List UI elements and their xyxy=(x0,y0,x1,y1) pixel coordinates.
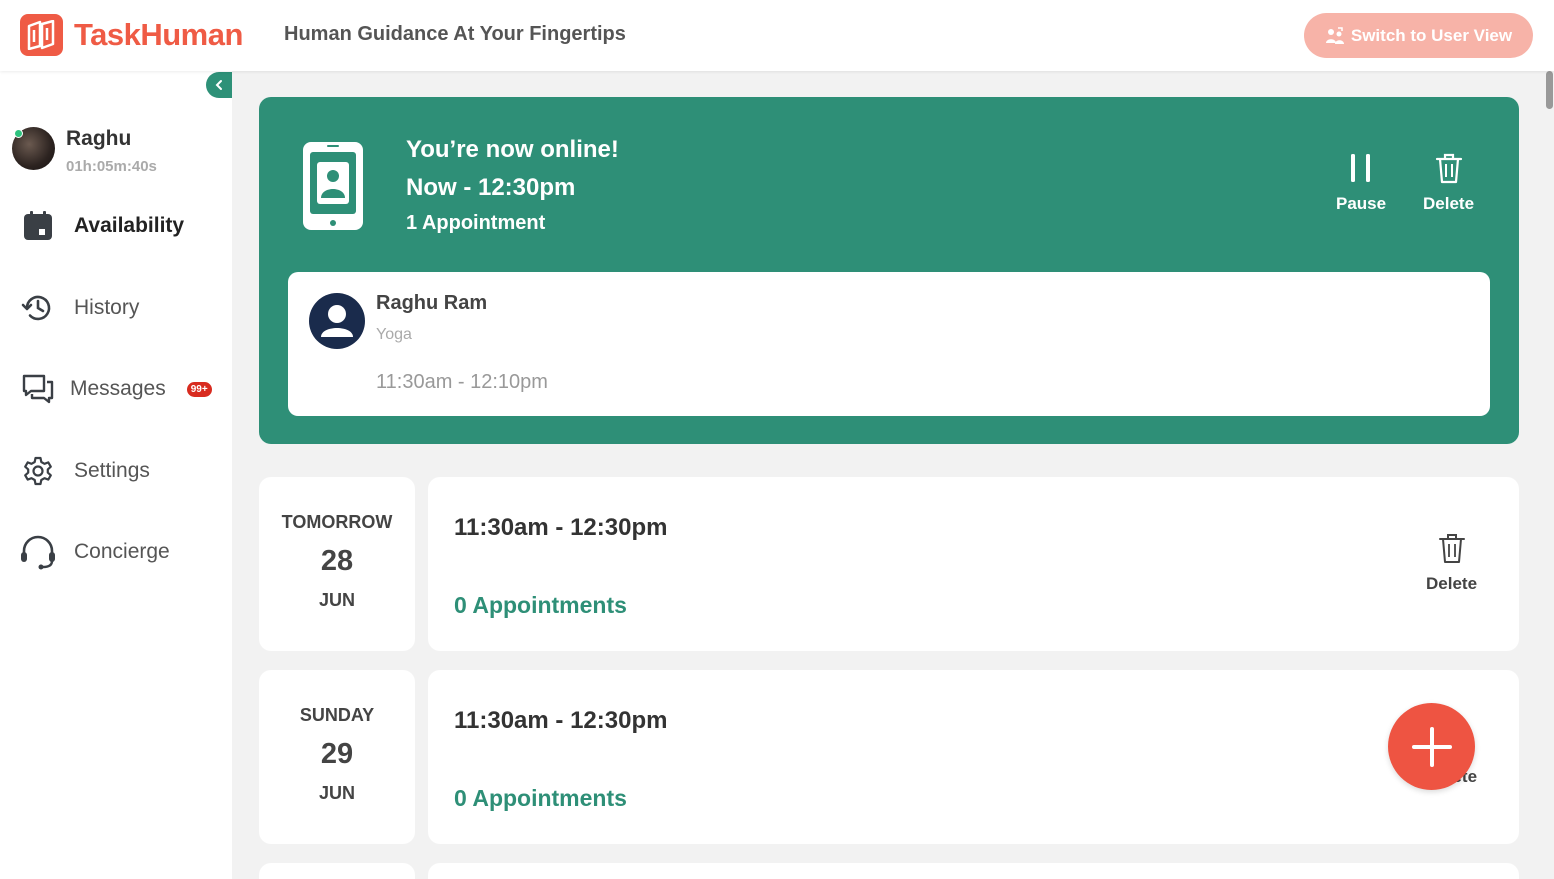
add-availability-button[interactable] xyxy=(1388,703,1475,790)
chevron-left-icon xyxy=(215,80,222,90)
sidebar-item-label: Availability xyxy=(74,214,185,237)
sidebar: Raghu 01h:05m:40s Availability History M… xyxy=(0,71,232,879)
unread-badge: 99+ xyxy=(186,381,212,397)
user-avatar-icon xyxy=(309,293,365,354)
sidebar-item-settings[interactable]: Settings xyxy=(18,451,150,491)
delete-label: Delete xyxy=(1426,574,1478,593)
date-month: JUN xyxy=(318,590,355,610)
sidebar-item-label: Messages xyxy=(70,377,166,400)
trash-icon xyxy=(1435,153,1462,184)
switch-button-label: Switch to User View xyxy=(1350,25,1513,45)
gear-icon xyxy=(18,451,58,491)
date-card: SUNDAY 29 JUN xyxy=(259,670,415,844)
chat-icon xyxy=(18,369,58,409)
appointment-count: 1 Appointment xyxy=(406,212,546,234)
availability-slot[interactable]: 11:30am - 12:30pm 0 Appointments Delete xyxy=(428,670,1519,844)
date-day: TOMORROW xyxy=(281,512,393,532)
session-type: Yoga xyxy=(376,326,412,343)
online-status-dot xyxy=(14,129,23,138)
top-bar: TaskHuman Human Guidance At Your Fingert… xyxy=(0,0,1554,71)
date-number: 29 xyxy=(320,738,354,770)
slot-appointments[interactable]: 0 Appointments xyxy=(454,592,627,619)
client-name: Raghu Ram xyxy=(376,292,488,314)
logo[interactable]: TaskHuman xyxy=(20,14,243,56)
pause-label: Pause xyxy=(1336,194,1387,213)
appointment-time: 11:30am - 12:10pm xyxy=(376,371,548,393)
slot-time: 11:30am - 12:30pm xyxy=(454,707,668,734)
online-status-card: You’re now online! Now - 12:30pm 1 Appoi… xyxy=(259,97,1519,444)
sidebar-item-label: Concierge xyxy=(74,540,170,563)
availability-slot[interactable]: 11:30am - 12:30pm 0 Appointments Delete xyxy=(428,477,1519,651)
appointment-card[interactable]: Raghu Ram Yoga 11:30am - 12:10pm xyxy=(288,272,1490,416)
scrollbar-thumb[interactable] xyxy=(1546,71,1553,109)
history-icon xyxy=(18,288,58,328)
online-timer: 01h:05m:40s xyxy=(66,158,157,175)
profile[interactable]: Raghu 01h:05m:40s xyxy=(12,127,157,175)
sidebar-item-availability[interactable]: Availability xyxy=(18,206,184,246)
switch-to-user-view-button[interactable]: Switch to User View xyxy=(1304,13,1533,58)
headset-icon xyxy=(18,532,58,572)
date-number: 28 xyxy=(320,545,354,577)
collapse-sidebar-button[interactable] xyxy=(206,72,232,98)
avatar xyxy=(12,127,55,170)
plus-icon xyxy=(1411,726,1452,767)
delete-slot-button[interactable]: Delete xyxy=(1426,532,1477,594)
brand-name: TaskHuman xyxy=(74,17,243,52)
delete-button[interactable]: Delete xyxy=(1423,152,1474,214)
sidebar-item-label: Settings xyxy=(74,459,150,482)
pause-icon xyxy=(1351,154,1371,182)
delete-label: Delete xyxy=(1423,194,1475,213)
sidebar-item-messages[interactable]: Messages 99+ xyxy=(18,369,212,409)
profile-name: Raghu xyxy=(66,127,132,150)
date-card xyxy=(259,863,415,879)
sidebar-item-concierge[interactable]: Concierge xyxy=(18,532,170,572)
current-slot-time: Now - 12:30pm xyxy=(406,174,576,201)
slot-appointments[interactable]: 0 Appointments xyxy=(454,785,627,812)
users-switch-icon xyxy=(1325,26,1344,44)
sidebar-item-label: History xyxy=(74,296,140,319)
online-status-title: You’re now online! xyxy=(406,136,619,163)
tagline: Human Guidance At Your Fingertips xyxy=(284,23,626,45)
availability-slot[interactable] xyxy=(428,863,1519,879)
date-month: JUN xyxy=(318,783,355,803)
pause-button[interactable]: Pause xyxy=(1336,152,1386,214)
calendar-icon xyxy=(18,206,58,246)
slot-time: 11:30am - 12:30pm xyxy=(454,514,668,541)
phone-user-icon xyxy=(301,140,365,237)
date-card: TOMORROW 28 JUN xyxy=(259,477,415,651)
sidebar-item-history[interactable]: History xyxy=(18,288,139,328)
scrollbar[interactable] xyxy=(1545,71,1554,879)
logo-icon xyxy=(20,14,63,56)
trash-icon xyxy=(1438,534,1465,563)
date-day: SUNDAY xyxy=(299,705,375,725)
